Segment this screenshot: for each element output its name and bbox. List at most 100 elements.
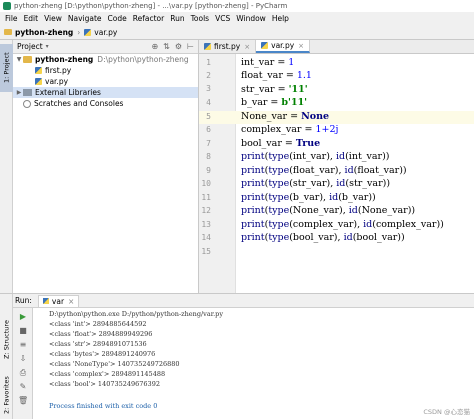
folder-icon [4, 29, 12, 35]
console-line: <class 'bytes'> 2894891240976 [49, 350, 156, 358]
breadcrumb-project[interactable]: python-zheng [15, 28, 73, 37]
tree-item-external-libraries[interactable]: ▶ External Libraries [13, 87, 198, 98]
close-icon[interactable]: × [68, 297, 74, 306]
gear-icon[interactable]: ⚙ [175, 42, 182, 51]
code-line: bool_var = True [241, 138, 321, 149]
menu-edit[interactable]: Edit [21, 14, 42, 23]
python-file-icon [204, 43, 211, 50]
window-title: python-zheng [D:\python\python-zheng] - … [14, 2, 288, 10]
chevron-down-icon[interactable]: ▾ [46, 43, 49, 50]
run-panel-header: Run: var × [13, 294, 474, 308]
menu-bar: File Edit View Navigate Code Refactor Ru… [0, 12, 474, 25]
close-icon[interactable]: × [298, 42, 304, 50]
close-icon[interactable]: × [244, 43, 250, 51]
project-panel: Project ▾ ⊕ ⇅ ⚙ ⊢ ▼ python-zheng D:\pyth… [13, 40, 199, 293]
tab-var-py[interactable]: var.py × [256, 40, 311, 53]
tree-item-project-root[interactable]: ▼ python-zheng D:\python\python-zheng [13, 54, 198, 65]
menu-tools[interactable]: Tools [188, 14, 212, 23]
scratches-icon [23, 99, 31, 108]
run-tab-label: var [51, 296, 65, 306]
menu-run[interactable]: Run [167, 14, 187, 23]
hide-icon[interactable]: ⊢ [187, 42, 194, 51]
stop-icon[interactable]: ■ [18, 326, 28, 336]
menu-vcs[interactable]: VCS [212, 14, 233, 23]
tree-item-label: Scratches and Consoles [34, 99, 124, 108]
menu-refactor[interactable]: Refactor [130, 14, 167, 23]
window-title-bar: python-zheng [D:\python\python-zheng] - … [0, 0, 474, 12]
trash-icon[interactable]: 🗑 [18, 396, 28, 406]
line-number: 7 [206, 139, 211, 148]
watermark: CSDN @心恋猫 [423, 408, 470, 416]
tab-structure-tool[interactable]: Z: Structure [0, 315, 13, 365]
console-line: Process finished with exit code 0 [49, 402, 158, 410]
console-line: <class 'int'> 2894885644592 [49, 320, 147, 328]
scroll-end-icon[interactable]: ⇩ [18, 354, 28, 364]
console-line: <class 'NoneType'> 140735249726880 [49, 360, 180, 368]
line-number: 5 [206, 112, 211, 121]
tree-item-scratches[interactable]: Scratches and Consoles [13, 98, 198, 109]
left-tool-strip: 1: Project Z: Structure 2: Favorites [0, 40, 13, 419]
console-line: <class 'float'> 2894889949296 [49, 330, 153, 338]
line-number: 2 [206, 71, 211, 80]
console-line: <class 'complex'> 2894891145488 [49, 370, 166, 378]
python-file-icon [84, 28, 92, 36]
run-console[interactable]: D:\python\python.exe D:/python/python-zh… [33, 308, 474, 419]
collapse-all-icon[interactable]: ⇅ [163, 42, 170, 51]
line-number: 13 [201, 220, 211, 229]
tab-label: first.py [214, 42, 241, 51]
run-tab-var[interactable]: var × [37, 294, 80, 307]
code-line: b_var = b'11' [241, 97, 308, 108]
line-number: 12 [201, 206, 211, 215]
menu-navigate[interactable]: Navigate [65, 14, 105, 23]
tab-project-tool[interactable]: 1: Project [0, 44, 13, 92]
python-file-icon [35, 78, 42, 85]
breadcrumb-file[interactable]: var.py [94, 28, 117, 37]
code-line: print(type(int_var), id(int_var)) [241, 151, 390, 162]
line-number: 4 [206, 98, 211, 107]
menu-code[interactable]: Code [105, 14, 130, 23]
line-number: 11 [201, 193, 211, 202]
editor-tab-bar: first.py × var.py × [199, 40, 474, 54]
library-icon [23, 89, 32, 96]
code-editor[interactable]: int_var = 1 float_var = 1.1 str_var = '1… [236, 54, 474, 293]
menu-help[interactable]: Help [269, 14, 292, 23]
tree-item-first-py[interactable]: first.py [13, 65, 198, 76]
tree-item-label: var.py [45, 77, 69, 86]
code-line: print(type(None_var), id(None_var)) [241, 205, 416, 216]
tree-item-label: External Libraries [35, 88, 101, 97]
tree-item-path: D:\python\python-zheng [97, 55, 189, 64]
run-label: Run: [15, 296, 32, 305]
locate-icon[interactable]: ⊕ [151, 42, 158, 51]
code-line: print(type(complex_var), id(complex_var)… [241, 219, 444, 230]
project-panel-title[interactable]: Project [17, 42, 43, 51]
rerun-icon[interactable]: ▶ [18, 312, 28, 322]
code-line: print(type(float_var), id(float_var)) [241, 165, 407, 176]
code-line: None_var = None [241, 111, 330, 122]
current-line-highlight [199, 111, 236, 124]
menu-view[interactable]: View [41, 14, 65, 23]
tab-favorites-tool[interactable]: 2: Favorites [0, 372, 13, 418]
code-line: complex_var = 1+2j [241, 124, 339, 135]
breadcrumb: python-zheng › var.py [0, 25, 474, 40]
tree-item-label: first.py [45, 66, 72, 75]
chevron-down-icon[interactable]: ▼ [15, 56, 23, 63]
tab-first-py[interactable]: first.py × [199, 40, 257, 53]
print-icon[interactable]: ⎙ [18, 368, 28, 378]
line-number: 9 [206, 166, 211, 175]
chevron-right-icon[interactable]: ▶ [15, 89, 23, 96]
code-line: float_var = 1.1 [241, 70, 312, 81]
line-number: 6 [206, 125, 211, 134]
code-line: print(type(bool_var), id(bool_var)) [241, 232, 405, 243]
menu-file[interactable]: File [2, 14, 21, 23]
tree-item-var-py[interactable]: var.py [13, 76, 198, 87]
line-number: 3 [206, 84, 211, 93]
code-line: str_var = '11' [241, 84, 308, 95]
python-file-icon [261, 42, 269, 49]
pycharm-logo-icon [3, 2, 11, 10]
pin-icon[interactable]: ✎ [18, 382, 28, 392]
wrap-icon[interactable]: ≡ [18, 340, 28, 350]
line-number-gutter[interactable]: 1 2 3 4 5 6 7 8 9 10 11 12 13 14 15 [199, 54, 236, 293]
menu-window[interactable]: Window [233, 14, 269, 23]
line-number: 8 [206, 152, 211, 161]
tab-label: var.py [271, 41, 295, 50]
